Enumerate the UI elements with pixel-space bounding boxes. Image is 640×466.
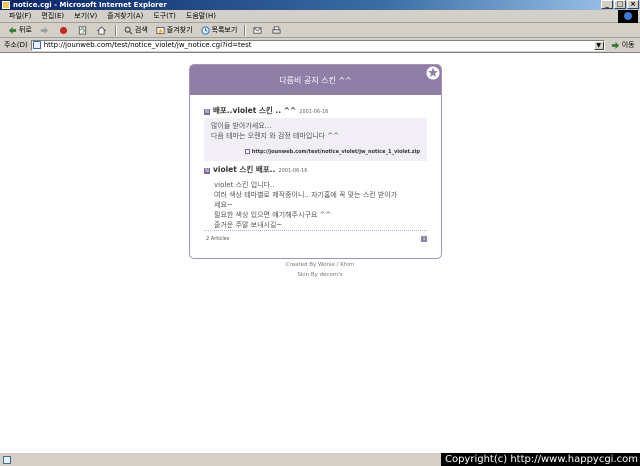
article-count: 2 Articles (206, 236, 230, 242)
favorites-icon (156, 26, 165, 34)
close-button[interactable]: × (627, 0, 639, 9)
refresh-icon (78, 25, 86, 35)
go-arrow-icon (611, 41, 619, 49)
search-label: 검색 (134, 26, 148, 34)
menu-file[interactable]: 파일(F) (4, 11, 36, 21)
address-url: http://jounweb.com/test/notice_violet/jw… (43, 41, 252, 49)
copyright-watermark: Copyright(c) http://www.happycgi.com (440, 453, 640, 466)
board-divider (204, 230, 427, 231)
status-bar: Copyright(c) http://www.happycgi.com (0, 452, 640, 466)
history-label: 목록보기 (211, 26, 238, 34)
post-line: 많이들 받아가세요... (211, 122, 272, 130)
window-title: notice.cgi - Microsoft Internet Explorer (13, 1, 167, 9)
search-icon (124, 26, 133, 34)
window-controls: _ □ × (601, 0, 639, 9)
forward-button[interactable] (36, 26, 55, 35)
page-viewport: 다름비 공지 스킨 ^^ N 배포..violet 스킨 .. ^^ 2001-… (0, 54, 640, 452)
post-body: 많이들 받아가세요... 다음 테마는 오렌지 와 검정 테마입니다 ^^ ht… (204, 118, 427, 161)
home-button[interactable] (93, 25, 112, 35)
board-footer: 2 Articles 1 (206, 236, 427, 242)
post-line: 즐거운 주말 보내시길~ (214, 221, 283, 229)
mail-icon (253, 26, 262, 34)
address-label: 주소(D) (4, 41, 28, 49)
toolbar-separator (244, 24, 247, 36)
forward-arrow-icon (40, 26, 48, 34)
maximize-button[interactable]: □ (614, 0, 626, 9)
home-icon (96, 25, 106, 35)
minimize-button[interactable]: _ (601, 0, 613, 9)
back-label: 뒤로 (19, 26, 32, 34)
back-arrow-icon (8, 26, 17, 34)
new-post-icon: N (204, 168, 210, 174)
history-icon (200, 25, 210, 35)
star-badge-icon (426, 66, 440, 80)
post-body: violet 스킨 입니다.. 여러 색상 테마별로 제작중이니.. 자기홈에 … (204, 177, 427, 233)
menu-edit[interactable]: 편집(E) (36, 11, 69, 21)
notice-board: 다름비 공지 스킨 ^^ N 배포..violet 스킨 .. ^^ 2001-… (189, 64, 442, 259)
history-button[interactable]: 목록보기 (197, 25, 242, 35)
post-line: 여러 색상 테마별로 제작중이니.. 자기홈에 꼭 맞는 스킨 받아가 (214, 191, 398, 199)
toolbar: 뒤로 검색 즐겨찾기 목록보기 (0, 23, 640, 38)
page-number-button[interactable]: 1 (421, 236, 427, 242)
post-line: violet 스킨 입니다.. (214, 181, 275, 189)
menu-tools[interactable]: 도구(T) (148, 11, 181, 21)
go-button[interactable]: 이동 (611, 40, 635, 50)
search-button[interactable]: 검색 (120, 25, 152, 35)
app-icon (2, 1, 10, 9)
post-item: N violet 스킨 배포.. 2001-06-16 violet 스킨 입니… (204, 164, 427, 233)
post-title[interactable]: 배포..violet 스킨 .. ^^ (213, 105, 296, 116)
ie-logo (618, 10, 638, 23)
menu-favorites[interactable]: 즐겨찾기(A) (102, 11, 148, 21)
attachment-link[interactable]: http://jounweb.com/test/notice_violet/jw… (211, 141, 420, 158)
post-line: 필요한 색상 있으면 얘기해주시구요 ^^ (214, 211, 332, 219)
post-line: 세요~ (214, 201, 233, 209)
post-date: 2001-06-16 (299, 109, 329, 115)
address-input[interactable]: http://jounweb.com/test/notice_violet/jw… (30, 39, 605, 51)
address-bar: 주소(D) http://jounweb.com/test/notice_vio… (0, 38, 640, 53)
post-title[interactable]: violet 스킨 배포.. (213, 164, 275, 175)
post-date: 2001-06-16 (278, 168, 308, 174)
menu-view[interactable]: 보기(V) (69, 11, 102, 21)
window-titlebar: notice.cgi - Microsoft Internet Explorer… (0, 0, 640, 10)
toolbar-separator (114, 24, 117, 36)
mail-button[interactable] (249, 26, 268, 35)
menu-help[interactable]: 도움말(H) (181, 11, 221, 21)
credit-skin: Skin By decom's (297, 272, 343, 278)
back-button[interactable]: 뒤로 (4, 25, 36, 35)
print-button[interactable] (268, 25, 287, 35)
address-dropdown-button[interactable]: ▼ (593, 40, 604, 50)
new-post-icon: N (204, 109, 210, 115)
board-title: 다름비 공지 스킨 ^^ (279, 75, 352, 85)
favorites-label: 즐겨찾기 (166, 26, 193, 34)
page-status-icon (3, 455, 11, 464)
refresh-button[interactable] (74, 25, 93, 35)
menu-bar: 파일(F) 편집(E) 보기(V) 즐겨찾기(A) 도구(T) 도움말(H) (0, 10, 640, 23)
stop-icon (59, 26, 67, 34)
post-item: N 배포..violet 스킨 .. ^^ 2001-06-16 많이들 받아가… (204, 105, 427, 161)
print-icon (272, 25, 281, 34)
post-line: 다음 테마는 오렌지 와 검정 테마입니다 ^^ (211, 132, 340, 140)
post-header: N 배포..violet 스킨 .. ^^ 2001-06-16 (204, 105, 427, 116)
attachment-url: http://jounweb.com/test/notice_violet/jw… (251, 149, 420, 155)
page-icon (32, 41, 41, 49)
favorites-button[interactable]: 즐겨찾기 (152, 25, 197, 35)
board-header: 다름비 공지 스킨 ^^ (190, 65, 441, 95)
stop-button[interactable] (55, 26, 74, 35)
post-header: N violet 스킨 배포.. 2001-06-16 (204, 164, 427, 175)
link-icon (244, 149, 250, 154)
credit-created: Created By Wonie / Khim (285, 262, 355, 268)
go-label: 이동 (621, 41, 635, 49)
